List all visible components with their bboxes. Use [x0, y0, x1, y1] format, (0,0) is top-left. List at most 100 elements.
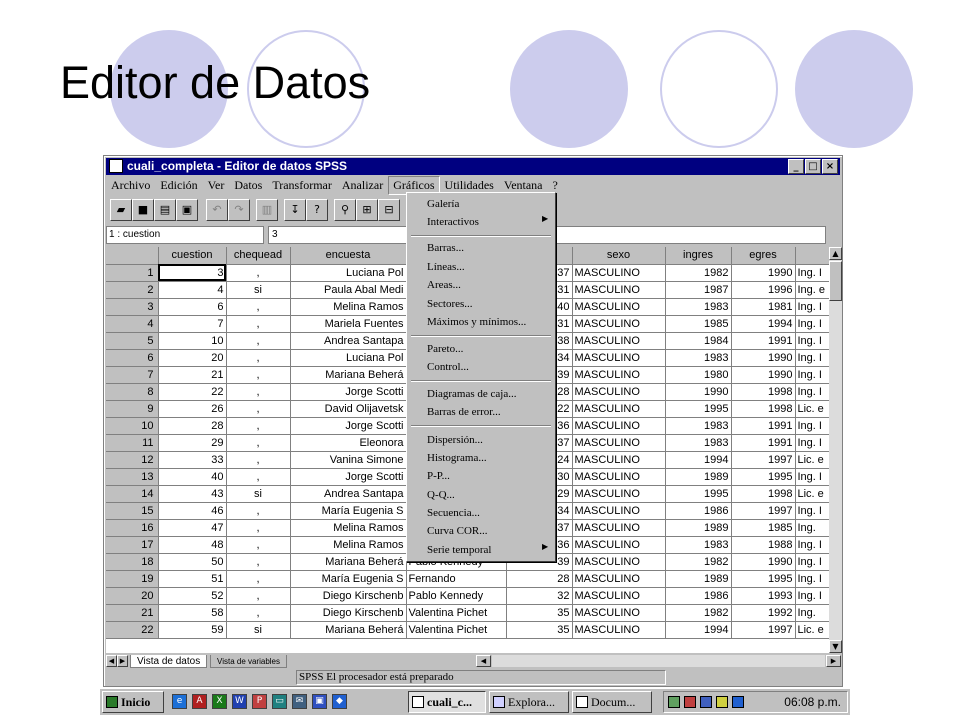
table-cell[interactable]: Mariana Beherá: [290, 366, 407, 384]
table-cell[interactable]: ,: [226, 468, 291, 486]
table-cell[interactable]: 33: [158, 451, 227, 469]
table-cell[interactable]: 1991: [731, 332, 796, 350]
table-cell[interactable]: 1994: [665, 621, 732, 639]
column-header[interactable]: sexo: [572, 247, 666, 265]
table-cell[interactable]: Ing.: [795, 519, 831, 537]
table-cell[interactable]: 1990: [731, 349, 796, 367]
table-cell[interactable]: 7: [158, 315, 227, 333]
table-cell[interactable]: Ing. I: [795, 417, 831, 435]
table-cell[interactable]: Paula Abal Medi: [290, 281, 407, 299]
menu-item-areas[interactable]: Areas...: [427, 277, 461, 293]
table-cell[interactable]: ,: [226, 570, 291, 588]
table-cell[interactable]: ,: [226, 349, 291, 367]
column-header[interactable]: encuesta: [290, 247, 407, 265]
row-header[interactable]: 12: [106, 451, 159, 469]
row-header[interactable]: 9: [106, 400, 159, 418]
window-titlebar[interactable]: cuali_completa - Editor de datos SPSS _ □…: [106, 158, 840, 175]
excel-icon[interactable]: X: [212, 694, 227, 709]
table-cell[interactable]: MASCULINO: [572, 264, 666, 282]
table-cell[interactable]: 50: [158, 553, 227, 571]
table-cell[interactable]: MASCULINO: [572, 366, 666, 384]
table-cell[interactable]: ,: [226, 587, 291, 605]
table-cell[interactable]: 1997: [731, 621, 796, 639]
table-cell[interactable]: 1991: [731, 417, 796, 435]
table-cell[interactable]: David Olijavetsk: [290, 400, 407, 418]
undo-icon[interactable]: ↶: [206, 199, 228, 221]
table-cell[interactable]: 1995: [665, 400, 732, 418]
table-cell[interactable]: MASCULINO: [572, 298, 666, 316]
menu-item-galeria[interactable]: Galería: [427, 196, 459, 212]
menu-item-histograma[interactable]: Histograma...: [427, 450, 487, 466]
corner-cell[interactable]: [106, 247, 159, 265]
horizontal-scrollbar[interactable]: [492, 655, 825, 667]
table-cell[interactable]: 28: [506, 570, 573, 588]
tab-next-icon[interactable]: ▶: [117, 655, 128, 667]
table-cell[interactable]: MASCULINO: [572, 315, 666, 333]
table-cell[interactable]: 35: [506, 604, 573, 622]
table-cell[interactable]: 1992: [731, 604, 796, 622]
table-cell[interactable]: María Eugenia S: [290, 502, 407, 520]
tab-variable-view[interactable]: Vista de variables: [210, 655, 287, 668]
hscroll-right-icon[interactable]: ▶: [826, 655, 841, 667]
menu-item-lineas[interactable]: Líneas...: [427, 259, 465, 275]
table-cell[interactable]: 1990: [665, 383, 732, 401]
table-cell[interactable]: MASCULINO: [572, 621, 666, 639]
row-header[interactable]: 21: [106, 604, 159, 622]
goto-case-icon[interactable]: ↧: [284, 199, 306, 221]
table-cell[interactable]: Fernando: [406, 570, 507, 588]
table-cell[interactable]: Lic. e: [795, 485, 831, 503]
table-cell[interactable]: Valentina Pichet: [406, 621, 507, 639]
menu-item-maximos-minimos[interactable]: Máximos y mínimos...: [427, 314, 526, 330]
menu-item-barras[interactable]: Barras...: [427, 240, 464, 256]
column-header[interactable]: chequead: [226, 247, 291, 265]
table-cell[interactable]: 10: [158, 332, 227, 350]
menu-item-sectores[interactable]: Sectores...: [427, 296, 473, 312]
table-cell[interactable]: 1991: [731, 434, 796, 452]
table-cell[interactable]: 1986: [665, 587, 732, 605]
table-cell[interactable]: 1982: [665, 604, 732, 622]
table-cell[interactable]: MASCULINO: [572, 468, 666, 486]
table-cell[interactable]: MASCULINO: [572, 451, 666, 469]
desktop-icon[interactable]: ▭: [272, 694, 287, 709]
menu-item-interactivos[interactable]: Interactivos ▶: [427, 214, 548, 230]
table-cell[interactable]: 1989: [665, 519, 732, 537]
table-cell[interactable]: 21: [158, 366, 227, 384]
table-cell[interactable]: Lic. e: [795, 400, 831, 418]
table-cell[interactable]: ,: [226, 502, 291, 520]
table-cell[interactable]: Melina Ramos: [290, 536, 407, 554]
menu-item-secuencia[interactable]: Secuencia...: [427, 505, 480, 521]
row-header[interactable]: 15: [106, 502, 159, 520]
table-cell[interactable]: Jorge Scotti: [290, 383, 407, 401]
table-cell[interactable]: 1983: [665, 298, 732, 316]
table-cell[interactable]: Andrea Santapa: [290, 332, 407, 350]
scroll-thumb[interactable]: [829, 261, 842, 301]
insert-case-icon[interactable]: ⊞: [356, 199, 378, 221]
table-cell[interactable]: MASCULINO: [572, 604, 666, 622]
table-cell[interactable]: Pablo Kennedy: [406, 587, 507, 605]
table-cell[interactable]: Andrea Santapa: [290, 485, 407, 503]
task-explorer[interactable]: Explora...: [489, 691, 569, 713]
acrobat-icon[interactable]: A: [192, 694, 207, 709]
table-cell[interactable]: 1981: [731, 298, 796, 316]
table-cell[interactable]: ,: [226, 519, 291, 537]
table-cell[interactable]: ,: [226, 434, 291, 452]
table-cell[interactable]: 1995: [731, 468, 796, 486]
table-cell[interactable]: 1998: [731, 485, 796, 503]
task-document[interactable]: Docum...: [572, 691, 652, 713]
table-cell[interactable]: Vanina Simone: [290, 451, 407, 469]
table-cell[interactable]: MASCULINO: [572, 587, 666, 605]
table-cell[interactable]: MASCULINO: [572, 570, 666, 588]
table-cell[interactable]: Ing. I: [795, 536, 831, 554]
table-cell[interactable]: 1994: [731, 315, 796, 333]
row-header[interactable]: 17: [106, 536, 159, 554]
table-cell[interactable]: ,: [226, 264, 291, 282]
word-icon[interactable]: W: [232, 694, 247, 709]
table-cell[interactable]: Lic. e: [795, 621, 831, 639]
redo-icon[interactable]: ↷: [228, 199, 250, 221]
row-header[interactable]: 3: [106, 298, 159, 316]
table-cell[interactable]: Lic. e: [795, 451, 831, 469]
table-cell[interactable]: Jorge Scotti: [290, 417, 407, 435]
tray-app-icon[interactable]: [684, 696, 696, 708]
table-cell[interactable]: 1982: [665, 264, 732, 282]
table-cell[interactable]: Ing. I: [795, 587, 831, 605]
